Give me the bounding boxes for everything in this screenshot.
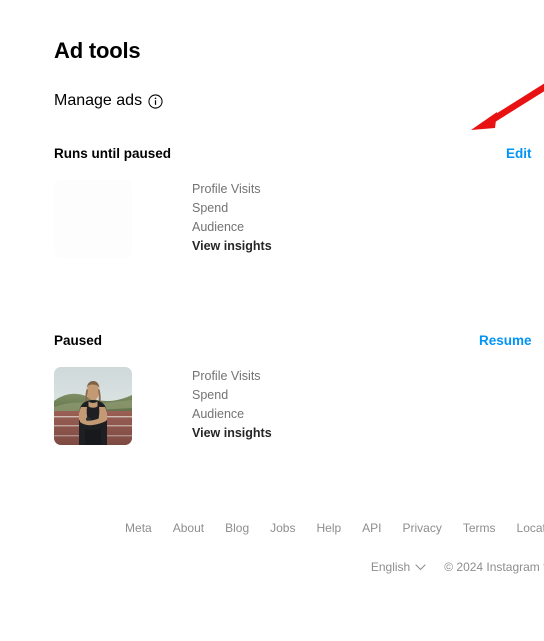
page-title: Ad tools: [54, 38, 141, 63]
chevron-down-icon: [415, 563, 426, 570]
ad-metrics: Profile Visits Spend Audience View insig…: [192, 180, 544, 258]
page-content: Ad tools Manage ads Runs until paused Ed…: [54, 0, 544, 574]
metric-value: Motivation Seekers: [272, 405, 544, 424]
ad-header: Runs until paused Edit: [54, 145, 544, 163]
footer-link-meta[interactable]: Meta: [125, 520, 152, 536]
metric-labels: Profile Visits Spend Audience View insig…: [192, 367, 272, 445]
ad-status: Paused: [54, 333, 103, 348]
ad-body: Profile Visits Spend Audience View insig…: [54, 180, 544, 258]
footer-link-help[interactable]: Help: [316, 520, 341, 536]
ad-card: Runs until paused Edit Profile Visits Sp…: [54, 145, 544, 258]
footer-link-about[interactable]: About: [173, 520, 204, 536]
footer-link-locations[interactable]: Locations: [517, 520, 544, 536]
ad-tools-page: Ad tools Manage ads Runs until paused Ed…: [0, 0, 544, 641]
language-selector[interactable]: English: [371, 559, 426, 575]
metric-value: 0: [272, 180, 544, 199]
footer-links: Meta About Blog Jobs Help API Privacy Te…: [54, 520, 544, 536]
metric-value: Motivation Seekers: [272, 218, 544, 237]
ad-thumbnail[interactable]: [54, 180, 132, 258]
metric-label: Spend: [192, 388, 229, 402]
ad-header: Paused Resume: [54, 332, 544, 350]
metric-label: Audience: [192, 220, 245, 234]
edit-button[interactable]: Edit: [506, 145, 532, 163]
ad-thumbnail[interactable]: [54, 367, 132, 445]
metric-label: Spend: [192, 201, 229, 215]
metric-value: ₹111.82: [272, 386, 544, 405]
manage-ads-label: Manage ads: [54, 92, 143, 109]
ad-body: Profile Visits Spend Audience View insig…: [54, 367, 544, 445]
metric-value: ₹0.00: [272, 199, 544, 218]
metric-label: Audience: [192, 407, 245, 421]
view-insights-button[interactable]: View insights: [192, 424, 272, 443]
copyright-text: © 2024 Instagram from Meta: [444, 560, 544, 574]
footer: Meta About Blog Jobs Help API Privacy Te…: [54, 520, 544, 575]
ad-metrics: Profile Visits Spend Audience View insig…: [192, 367, 544, 445]
view-insights-button[interactable]: View insights: [192, 237, 272, 256]
info-icon[interactable]: [148, 94, 163, 109]
footer-link-jobs[interactable]: Jobs: [270, 520, 295, 536]
language-label: English: [370, 560, 411, 574]
footer-link-api[interactable]: API: [362, 520, 381, 536]
footer-link-privacy[interactable]: Privacy: [403, 520, 442, 536]
metric-label: Profile Visits: [192, 369, 261, 383]
metric-value: 17: [272, 367, 544, 386]
ad-actions: Resume: [479, 332, 544, 350]
metric-values: 17 ₹111.82 Motivation Seekers: [272, 367, 544, 445]
ad-card: Paused Resume Profile Visits Spend Audie…: [54, 332, 544, 445]
metric-values: 0 ₹0.00 Motivation Seekers: [272, 180, 544, 258]
manage-ads-header: Manage ads: [54, 91, 544, 111]
footer-bottom: English © 2024 Instagram from Meta: [54, 559, 544, 575]
metric-label: Profile Visits: [192, 182, 261, 196]
resume-button[interactable]: Resume: [479, 332, 532, 350]
ad-status: Runs until paused: [54, 146, 172, 161]
metric-labels: Profile Visits Spend Audience View insig…: [192, 180, 272, 258]
footer-link-terms[interactable]: Terms: [463, 520, 496, 536]
ad-actions: Edit: [506, 145, 544, 163]
footer-link-blog[interactable]: Blog: [225, 520, 249, 536]
